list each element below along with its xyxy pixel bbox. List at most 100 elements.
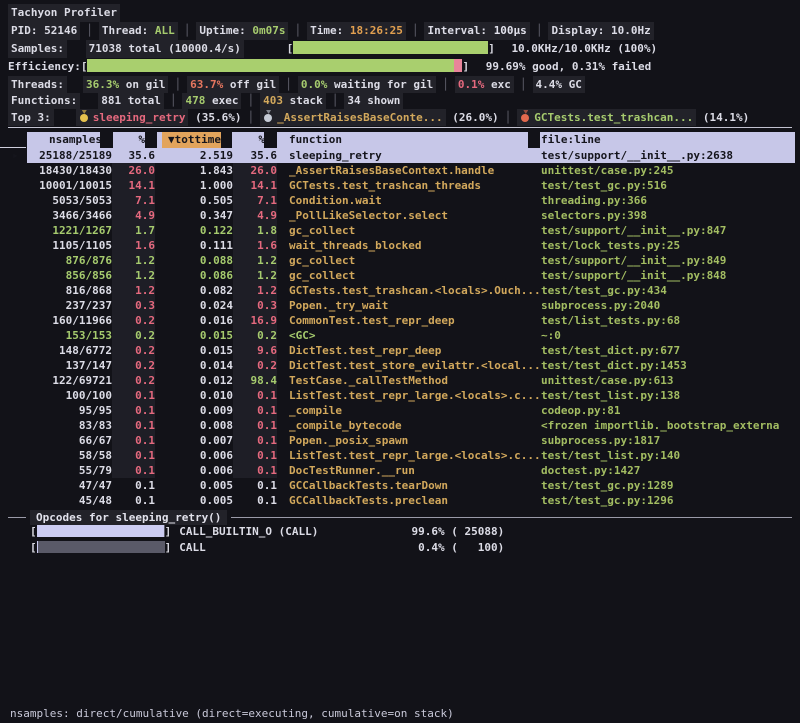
samples-bar: [] (287, 42, 495, 55)
segment-value: 403 (263, 94, 283, 107)
status-value: ALL (155, 24, 175, 37)
cell-tottime: 0.111 (155, 238, 233, 253)
cell-file-line: test/support/__init__.py:847 (541, 223, 795, 238)
top-functions-row: Top 3:sleeping_retry (35.6%)│_AssertRais… (0, 109, 800, 126)
table-row[interactable]: 148/67720.20.0159.6DictTest.test_repr_de… (27, 343, 795, 358)
column-header-file-line[interactable]: file:line (541, 132, 795, 148)
cell-function: TestCase._callTestMethod (277, 373, 541, 388)
cell-file-line: <frozen importlib._bootstrap_externa (541, 418, 795, 433)
table-row[interactable]: 1105/11051.60.1111.6wait_threads_blocked… (27, 238, 795, 253)
efficiency-label: Efficiency: (8, 60, 81, 73)
cell-nsamples: 1105/1105 (27, 238, 112, 253)
footer-legend: nsamples: direct/cumulative (direct=exec… (10, 704, 454, 723)
segment-unit: total (121, 94, 161, 107)
cell-function: CommonTest.test_repr_deep (277, 313, 541, 328)
cell-pct-cumulative: 98.4 (233, 373, 277, 388)
bar-close-bracket: ] (488, 42, 495, 55)
segment-unit: waiting for gil (327, 78, 433, 91)
status-bar: PID: 52146│Thread: ALL│Uptime: 0m07s│Tim… (0, 22, 800, 40)
cell-function: DictTest.test_repr_deep (277, 343, 541, 358)
table-row[interactable]: 122/697210.20.01298.4TestCase._callTestM… (27, 373, 795, 388)
bar-open-bracket: [ (30, 525, 37, 538)
table-row[interactable]: 55/790.10.0060.1DocTestRunner.__rundocte… (27, 463, 795, 478)
cell-file-line: test/test_gc.py:1296 (541, 493, 795, 508)
column-gap (221, 132, 232, 148)
separator: │ (86, 24, 93, 37)
cell-pct-direct: 35.6 (112, 148, 155, 163)
separator: │ (184, 24, 191, 37)
tachyon-profiler-terminal: Tachyon Profiler PID: 52146│Thread: ALL│… (0, 0, 800, 723)
cell-pct-direct: 1.6 (112, 238, 155, 253)
cell-tottime: 0.016 (155, 313, 233, 328)
cell-pct-cumulative: 9.6 (233, 343, 277, 358)
cell-pct-direct: 4.9 (112, 208, 155, 223)
cell-nsamples: 153/153 (27, 328, 112, 343)
help-footer: nsamples: direct/cumulative (direct=exec… (10, 664, 454, 723)
segment-unit: GC (562, 78, 582, 91)
table-row[interactable]: 816/8681.20.0821.2GCTests.test_trashcan.… (27, 283, 795, 298)
table-row[interactable]: 83/830.10.0080.1_compile_bytecode<frozen… (27, 418, 795, 433)
cell-file-line: test/test_gc.py:434 (541, 283, 795, 298)
cell-pct-direct: 0.1 (112, 478, 155, 493)
top3-entry-3: GCTests.test_trashcan... (517, 109, 696, 126)
table-row[interactable]: 100/1000.10.0100.1ListTest.test_repr_lar… (27, 388, 795, 403)
cell-pct-direct: 0.3 (112, 298, 155, 313)
table-row[interactable]: 10001/1001514.11.00014.1GCTests.test_tra… (27, 178, 795, 193)
cell-function: _AssertRaisesBaseContext.handle (277, 163, 541, 178)
threads-row: Threads:36.3% on gil│63.7% off gil│0.0% … (0, 76, 800, 93)
cell-pct-cumulative: 0.1 (233, 388, 277, 403)
status-thread: Thread: ALL (99, 22, 178, 40)
table-row[interactable]: 1221/12671.70.1221.8gc_collecttest/suppo… (27, 223, 795, 238)
segment-value: 63.7% (190, 78, 223, 91)
table-row[interactable]: 3466/34664.90.3474.9_PollLikeSelector.se… (27, 208, 795, 223)
table-row[interactable]: 5053/50537.10.5057.1Condition.waitthread… (27, 193, 795, 208)
bar-open-bracket: [ (30, 541, 37, 554)
cell-pct-direct: 0.2 (112, 343, 155, 358)
efficiency-text: 99.69% good, 0.31% failed (486, 60, 652, 73)
status-uptime: Uptime: 0m07s (196, 22, 288, 40)
app-title: Tachyon Profiler (8, 4, 120, 22)
segment-value: 36.3% (86, 78, 119, 91)
cell-function: DictTest.test_store_evilattr.<local... (277, 358, 541, 373)
table-row[interactable]: 18430/1843026.01.84326.0_AssertRaisesBas… (27, 163, 795, 178)
column-gap (264, 132, 277, 148)
segment-on-gil: 36.3% on gil (83, 76, 168, 93)
sort-indicator-tottime[interactable]: ▼tottime (162, 132, 227, 148)
separator: │ (520, 78, 527, 91)
cell-file-line: test/support/__init__.py:2638 (541, 148, 795, 163)
cell-tottime: 0.014 (155, 358, 233, 373)
cell-pct-cumulative: 0.1 (233, 478, 277, 493)
table-row[interactable]: ▶25188/2518935.62.51935.6sleeping_retryt… (27, 148, 795, 163)
table-row[interactable]: 137/1470.20.0140.2DictTest.test_store_ev… (27, 358, 795, 373)
cell-pct-cumulative: 1.8 (233, 223, 277, 238)
segment-waiting-for-gil: 0.0% waiting for gil (298, 76, 436, 93)
separator: │ (285, 78, 292, 91)
table-row[interactable]: 876/8761.20.0881.2gc_collecttest/support… (27, 253, 795, 268)
cell-function: sleeping_retry (277, 148, 541, 163)
table-row[interactable]: 160/119660.20.01616.9CommonTest.test_rep… (27, 313, 795, 328)
cell-pct-cumulative: 0.1 (233, 403, 277, 418)
table-row[interactable]: 153/1530.20.0150.2<GC>~:0 (27, 328, 795, 343)
table-row[interactable]: 95/950.10.0090.1_compilecodeop.py:81 (27, 403, 795, 418)
cell-nsamples: 55/79 (27, 463, 112, 478)
table-row[interactable]: 45/480.10.0050.1GCCallbackTests.preclean… (27, 493, 795, 508)
cell-file-line: test/test_gc.py:516 (541, 178, 795, 193)
table-row[interactable]: 856/8561.20.0861.2gc_collecttest/support… (27, 268, 795, 283)
segment-value: 4.4% (536, 78, 563, 91)
opcodes-title: Opcodes for sleeping_retry() (30, 510, 227, 525)
opcode-bar-fill (37, 525, 164, 537)
segment-exec: 478 exec (182, 93, 241, 109)
table-row[interactable]: 58/580.10.0060.1ListTest.test_repr_large… (27, 448, 795, 463)
cell-tottime: 0.005 (155, 478, 233, 493)
status-value: 0m07s (252, 24, 285, 37)
table-row[interactable]: 66/670.10.0070.1Popen._posix_spawnsubpro… (27, 433, 795, 448)
separator: │ (332, 94, 339, 107)
column-gap (528, 132, 540, 148)
bronze-medal-icon (521, 114, 529, 122)
table-row[interactable]: 237/2370.30.0240.3Popen._try_waitsubproc… (27, 298, 795, 313)
cell-function: GCCallbackTests.preclean (277, 493, 541, 508)
cell-tottime: 0.122 (155, 223, 233, 238)
table-row[interactable]: 47/470.10.0050.1GCCallbackTests.tearDown… (27, 478, 795, 493)
cell-tottime: 2.519 (155, 148, 233, 163)
column-header-function[interactable]: function (277, 132, 541, 148)
